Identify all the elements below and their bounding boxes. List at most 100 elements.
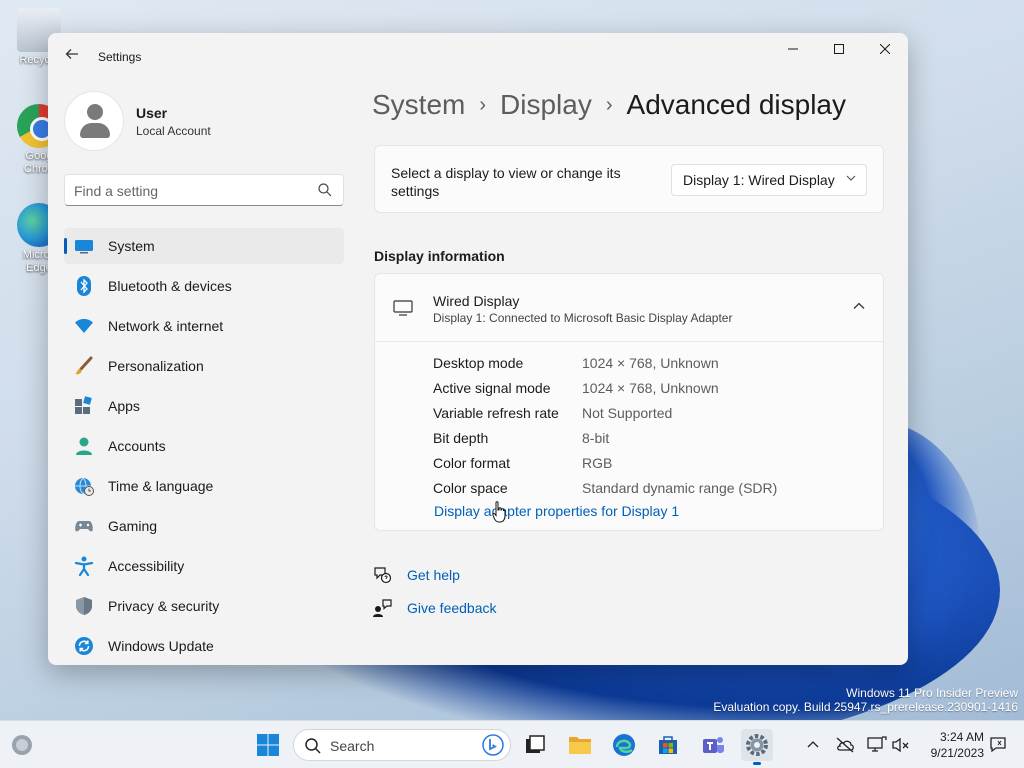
back-button[interactable]: [60, 45, 84, 69]
apps-icon: [74, 396, 94, 416]
sidebar-item-label: Gaming: [108, 518, 158, 534]
task-view-button[interactable]: [519, 729, 551, 761]
select-display-card: Select a display to view or change its s…: [374, 145, 884, 213]
avatar-body: [80, 123, 110, 138]
info-value: Not Supported: [582, 405, 673, 421]
info-key: Variable refresh rate: [433, 405, 559, 421]
breadcrumb-separator: ›: [605, 94, 613, 116]
file-explorer-button[interactable]: [564, 729, 596, 761]
monitor-outline-icon: [393, 300, 413, 316]
sidebar-item-system[interactable]: System: [64, 228, 344, 264]
sidebar-item-privacy-security[interactable]: Privacy & security: [64, 588, 344, 624]
avatar[interactable]: [64, 91, 124, 151]
help-icon: [374, 567, 392, 584]
info-value: Standard dynamic range (SDR): [582, 480, 778, 496]
breadcrumb-separator: ›: [479, 94, 487, 116]
close-button[interactable]: [862, 35, 908, 65]
task-view-icon: [526, 735, 545, 753]
notification-center-button[interactable]: [988, 735, 1008, 755]
info-value: RGB: [582, 455, 613, 471]
widgets-button[interactable]: [6, 729, 38, 761]
store-icon: [659, 736, 677, 754]
edge-icon: [613, 734, 635, 756]
brush-icon: [74, 356, 94, 376]
edge-taskbar-button[interactable]: [608, 729, 640, 761]
info-row: Variable refresh rate Not Supported: [433, 403, 777, 428]
sidebar-item-time-language[interactable]: Time & language: [64, 468, 344, 504]
display-information-card: Wired Display Display 1: Connected to Mi…: [374, 273, 884, 531]
info-value: 1024 × 768, Unknown: [582, 380, 719, 396]
display-select-dropdown[interactable]: Display 1: Wired Display: [671, 164, 867, 196]
settings-taskbar-button[interactable]: [741, 729, 773, 765]
settings-window: Settings User Local Account System: [48, 33, 908, 665]
sidebar-item-label: System: [108, 238, 155, 254]
find-setting-search[interactable]: [64, 174, 344, 206]
sidebar-item-network[interactable]: Network & internet: [64, 308, 344, 344]
gear-icon: [746, 734, 768, 756]
sidebar-item-windows-update[interactable]: Windows Update: [64, 628, 344, 664]
feedback-icon: [373, 599, 392, 617]
sidebar-item-bluetooth[interactable]: Bluetooth & devices: [64, 268, 344, 304]
section-title-display-information: Display information: [374, 248, 505, 264]
weather-icon: [12, 735, 32, 755]
search-input[interactable]: [74, 181, 304, 201]
cloud-offline-icon: [836, 737, 854, 753]
volume-tray-button[interactable]: [891, 735, 911, 755]
teams-button[interactable]: [697, 729, 729, 761]
sidebar-item-label: Network & internet: [108, 318, 224, 334]
sidebar-item-gaming[interactable]: Gaming: [64, 508, 344, 544]
wifi-icon: [74, 316, 94, 336]
sidebar-item-label: Accessibility: [108, 558, 185, 574]
update-icon: [74, 636, 94, 656]
info-row: Color space Standard dynamic range (SDR): [433, 478, 777, 503]
minimize-button[interactable]: [770, 35, 816, 65]
onedrive-tray-button[interactable]: [835, 735, 855, 755]
minimize-icon: [788, 48, 798, 50]
info-row: Color format RGB: [433, 453, 777, 478]
breadcrumb-display[interactable]: Display: [500, 89, 592, 120]
speaker-muted-icon: [892, 737, 909, 753]
breadcrumb: System › Display › Advanced display: [372, 89, 846, 121]
sidebar-item-apps[interactable]: Apps: [64, 388, 344, 424]
chevron-down-icon: [846, 165, 856, 195]
get-help-link[interactable]: Get help: [372, 565, 460, 585]
give-feedback-label: Give feedback: [407, 600, 497, 616]
teams-icon: [703, 737, 724, 753]
sidebar-item-accounts[interactable]: Accounts: [64, 428, 344, 464]
sidebar-item-accessibility[interactable]: Accessibility: [64, 548, 344, 584]
sidebar-item-label: Bluetooth & devices: [108, 278, 232, 294]
sidebar-item-personalization[interactable]: Personalization: [64, 348, 344, 384]
show-hidden-icons-button[interactable]: [803, 735, 823, 755]
info-key: Active signal mode: [433, 380, 551, 396]
clock-time: 3:24 AM: [939, 730, 984, 744]
network-tray-button[interactable]: [867, 735, 887, 755]
taskbar-clock[interactable]: 3:24 AM 9/21/2023: [920, 729, 984, 761]
chevron-up-icon[interactable]: [851, 298, 867, 314]
taskbar-search-placeholder: Search: [330, 738, 375, 754]
sidebar-nav: System Bluetooth & devices Network & int…: [64, 228, 344, 665]
display-name: Wired Display: [433, 293, 520, 309]
chevron-up-icon: [807, 741, 819, 748]
sidebar-item-label: Personalization: [108, 358, 204, 374]
watermark-line-1: Windows 11 Pro Insider Preview: [846, 686, 1018, 700]
title-bar[interactable]: Settings: [48, 33, 908, 81]
store-button[interactable]: [652, 729, 684, 761]
maximize-icon: [834, 44, 844, 54]
start-button[interactable]: [252, 729, 284, 761]
breadcrumb-system[interactable]: System: [372, 89, 465, 120]
select-display-prompt: Select a display to view or change its s…: [391, 165, 621, 199]
display-select-value: Display 1: Wired Display: [683, 172, 835, 188]
info-row: Active signal mode 1024 × 768, Unknown: [433, 378, 777, 403]
give-feedback-link[interactable]: Give feedback: [372, 598, 497, 618]
maximize-button[interactable]: [816, 35, 862, 65]
taskbar-search-box[interactable]: Search: [293, 729, 511, 761]
display-description: Display 1: Connected to Microsoft Basic …: [433, 311, 733, 325]
display-info-header[interactable]: Wired Display Display 1: Connected to Mi…: [375, 274, 883, 342]
user-account-type: Local Account: [136, 124, 211, 138]
bluetooth-icon: [74, 276, 94, 296]
sidebar-item-label: Accounts: [108, 438, 166, 454]
bing-icon[interactable]: [482, 734, 504, 756]
display-adapter-properties-link[interactable]: Display adapter properties for Display 1: [434, 503, 679, 519]
close-icon: [879, 43, 891, 55]
page-title: Advanced display: [626, 89, 846, 120]
